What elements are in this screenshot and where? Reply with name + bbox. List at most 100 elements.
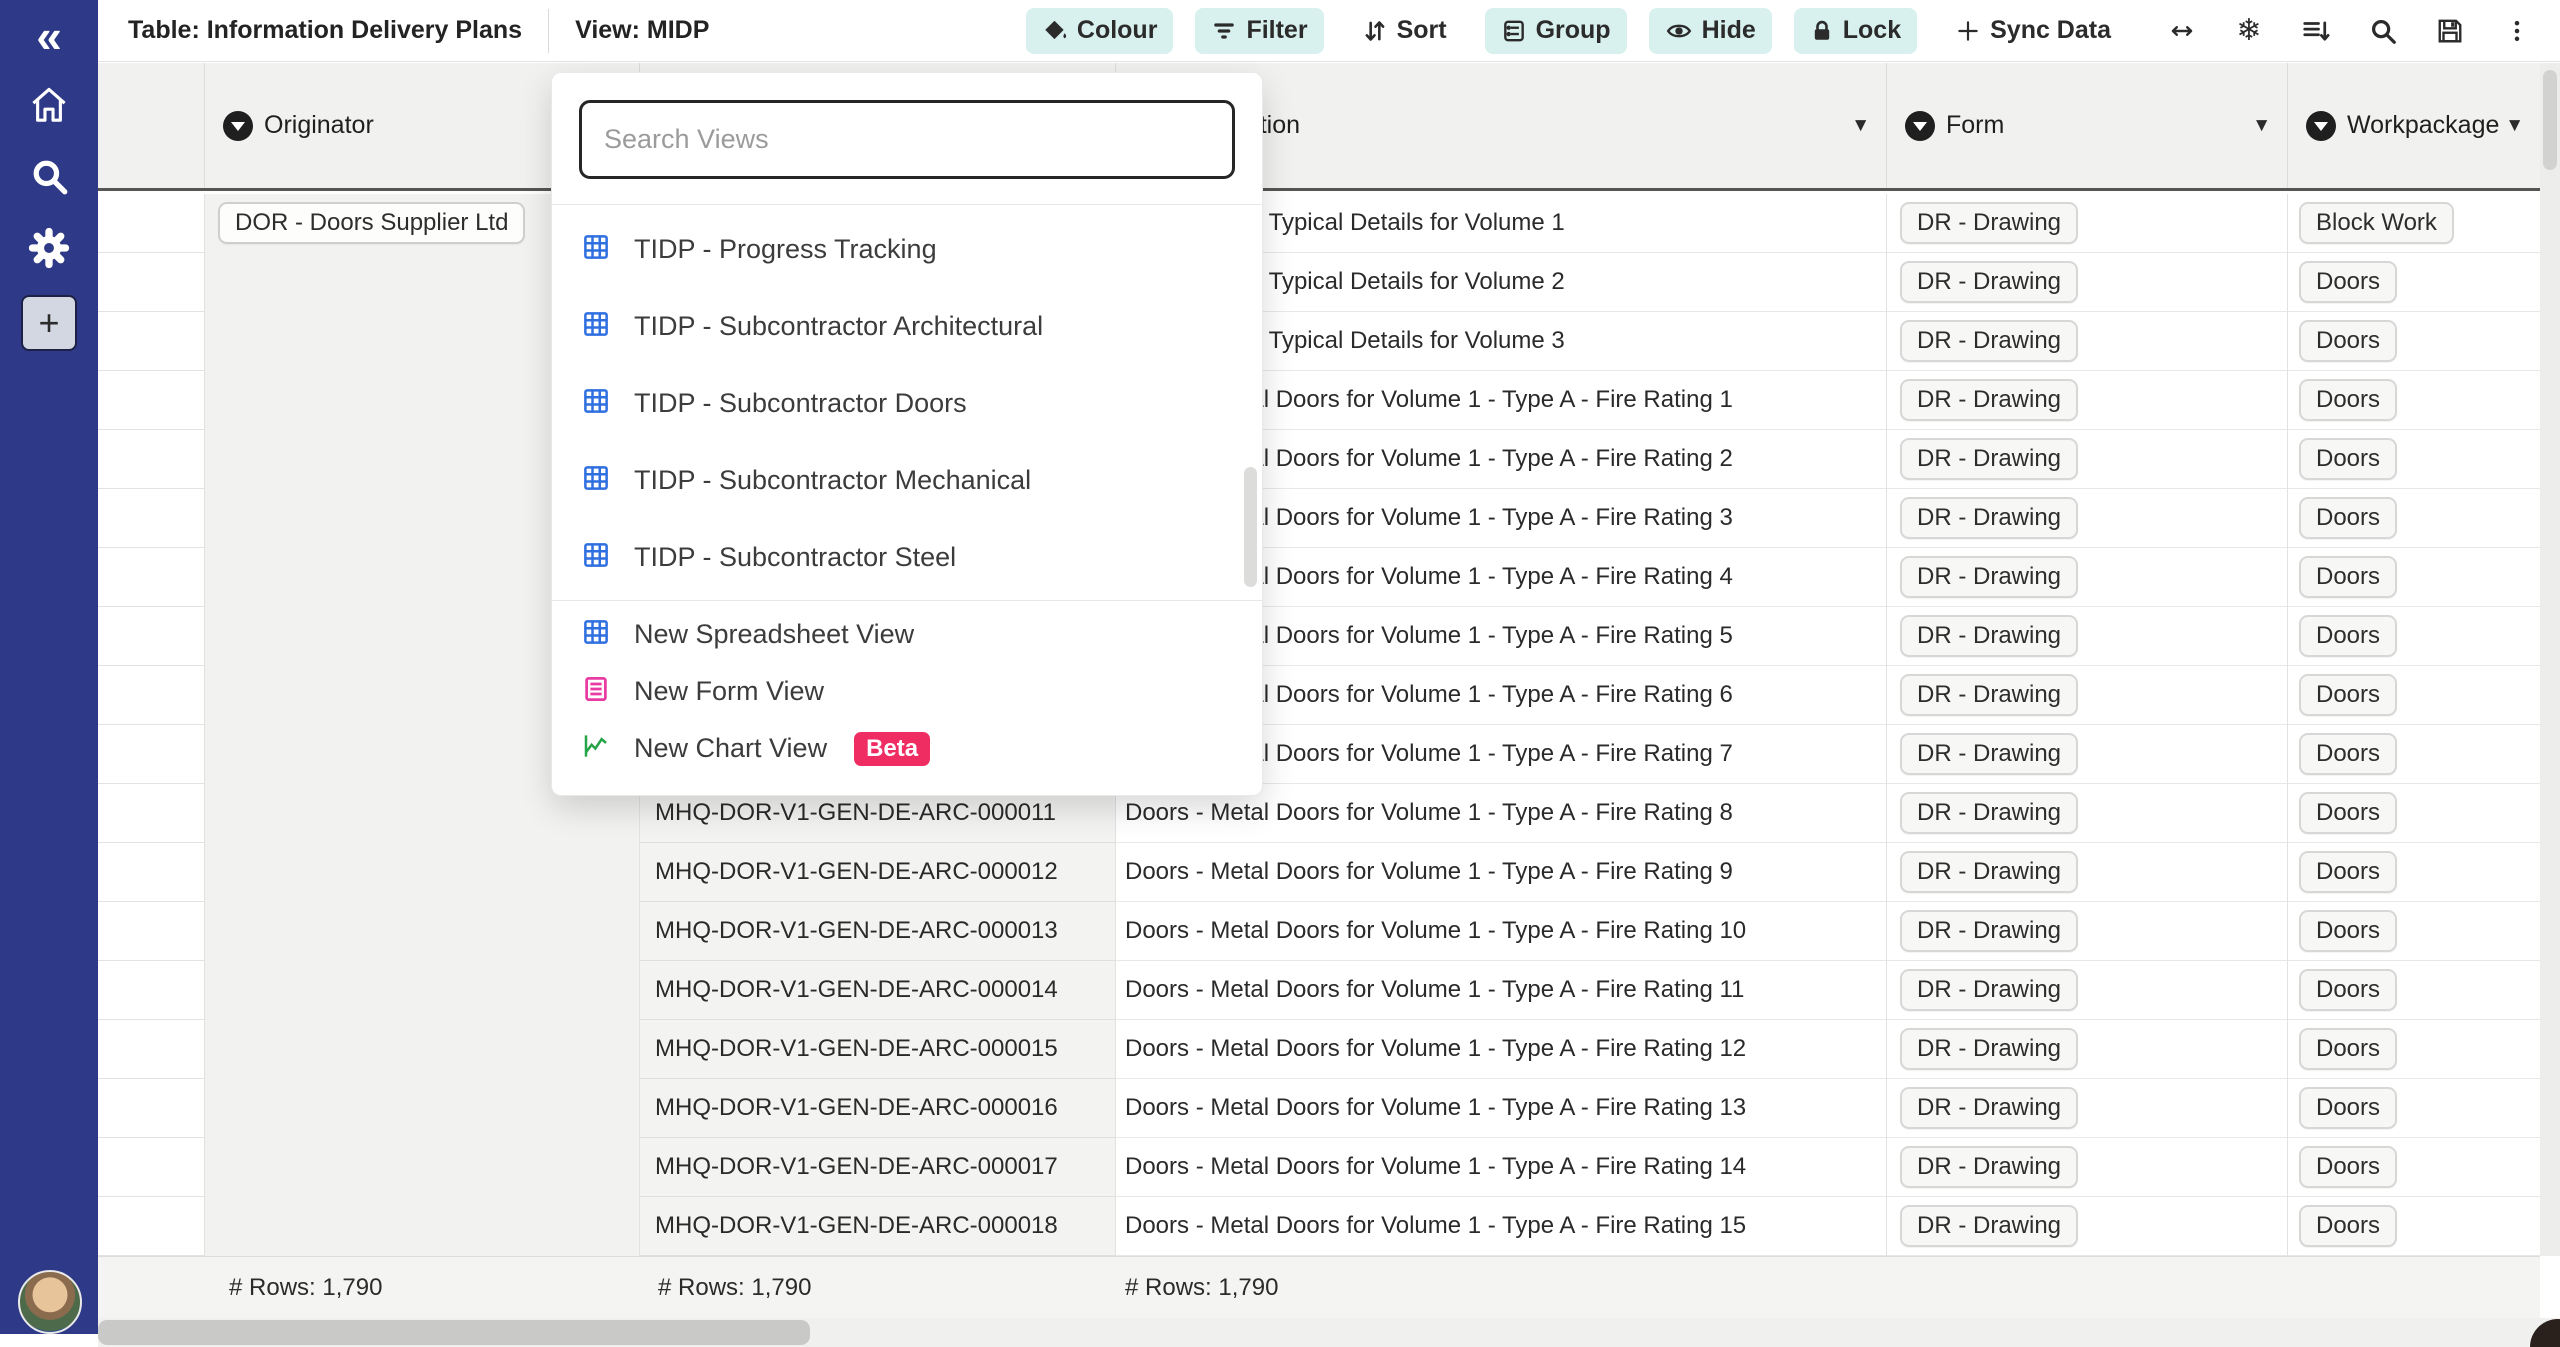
row-gutter-cell[interactable] bbox=[98, 961, 204, 1020]
row-gutter-cell[interactable] bbox=[98, 607, 204, 666]
reference-cell[interactable]: MHQ-DOR-V1-GEN-DE-ARC-000018 bbox=[639, 1197, 1115, 1256]
view-item[interactable]: TIDP - Progress Tracking bbox=[552, 211, 1262, 288]
gear-icon[interactable] bbox=[0, 225, 98, 271]
form-cell[interactable]: DR - Drawing bbox=[1886, 194, 2287, 253]
form-cell[interactable]: DR - Drawing bbox=[1886, 1020, 2287, 1079]
workpackage-cell[interactable]: Doors bbox=[2287, 902, 2540, 961]
save-icon[interactable] bbox=[2433, 14, 2467, 48]
reference-cell[interactable]: MHQ-DOR-V1-GEN-DE-ARC-000012 bbox=[639, 843, 1115, 902]
form-cell[interactable]: DR - Drawing bbox=[1886, 784, 2287, 843]
form-cell[interactable]: DR - Drawing bbox=[1886, 371, 2287, 430]
workpackage-cell[interactable]: Doors bbox=[2287, 1020, 2540, 1079]
form-cell[interactable]: DR - Drawing bbox=[1886, 312, 2287, 371]
row-gutter-cell[interactable] bbox=[98, 666, 204, 725]
workpackage-cell[interactable]: Doors bbox=[2287, 666, 2540, 725]
reference-cell[interactable]: MHQ-DOR-V1-GEN-DE-ARC-000014 bbox=[639, 961, 1115, 1020]
workpackage-cell[interactable]: Doors bbox=[2287, 1138, 2540, 1197]
chevron-down-icon[interactable]: ▼ bbox=[2252, 115, 2271, 137]
row-gutter-cell[interactable] bbox=[98, 194, 204, 253]
row-gutter-cell[interactable] bbox=[98, 843, 204, 902]
row-gutter-cell[interactable] bbox=[98, 725, 204, 784]
workpackage-cell[interactable]: Doors bbox=[2287, 961, 2540, 1020]
reference-cell[interactable]: MHQ-DOR-V1-GEN-DE-ARC-000013 bbox=[639, 902, 1115, 961]
workpackage-cell[interactable]: Doors bbox=[2287, 843, 2540, 902]
form-cell[interactable]: DR - Drawing bbox=[1886, 1138, 2287, 1197]
workpackage-cell[interactable]: Doors bbox=[2287, 607, 2540, 666]
view-item[interactable]: TIDP - Subcontractor Architectural bbox=[552, 288, 1262, 365]
view-item[interactable]: TIDP - Subcontractor Doors bbox=[552, 365, 1262, 442]
workpackage-cell[interactable]: Doors bbox=[2287, 784, 2540, 843]
vertical-scrollbar-thumb[interactable] bbox=[2543, 70, 2557, 170]
row-gutter-cell[interactable] bbox=[98, 784, 204, 843]
workpackage-cell[interactable]: Doors bbox=[2287, 489, 2540, 548]
row-gutter-cell[interactable] bbox=[98, 371, 204, 430]
form-cell[interactable]: DR - Drawing bbox=[1886, 725, 2287, 784]
row-gutter-cell[interactable] bbox=[98, 902, 204, 961]
new-spreadsheet-view-button[interactable]: New Spreadsheet View bbox=[552, 606, 1262, 663]
collapse-sidebar-icon[interactable]: « bbox=[0, 10, 98, 62]
description-cell[interactable]: Doors - Metal Doors for Volume 1 - Type … bbox=[1115, 1020, 1886, 1079]
search-icon[interactable] bbox=[2366, 14, 2400, 48]
row-gutter-cell[interactable] bbox=[98, 1138, 204, 1197]
workpackage-cell[interactable]: Doors bbox=[2287, 312, 2540, 371]
form-cell[interactable]: DR - Drawing bbox=[1886, 607, 2287, 666]
row-gutter-cell[interactable] bbox=[98, 1079, 204, 1138]
workpackage-cell[interactable]: Doors bbox=[2287, 548, 2540, 607]
chevron-down-icon[interactable]: ▼ bbox=[2505, 115, 2524, 137]
workpackage-cell[interactable]: Doors bbox=[2287, 725, 2540, 784]
row-gutter-cell[interactable] bbox=[98, 1020, 204, 1079]
workpackage-cell[interactable]: Doors bbox=[2287, 371, 2540, 430]
new-form-view-button[interactable]: New Form View bbox=[552, 663, 1262, 720]
workpackage-cell[interactable]: Doors bbox=[2287, 1079, 2540, 1138]
group-button[interactable]: Group bbox=[1485, 8, 1627, 54]
horizontal-scrollbar-thumb[interactable] bbox=[98, 1320, 810, 1345]
home-icon[interactable] bbox=[0, 82, 98, 128]
search-views-input[interactable] bbox=[579, 100, 1235, 179]
description-cell[interactable]: Doors - Metal Doors for Volume 1 - Type … bbox=[1115, 1197, 1886, 1256]
search-icon[interactable] bbox=[0, 153, 98, 199]
workpackage-cell[interactable]: Doors bbox=[2287, 1197, 2540, 1256]
row-gutter-cell[interactable] bbox=[98, 312, 204, 371]
row-gutter-cell[interactable] bbox=[98, 430, 204, 489]
horizontal-scrollbar[interactable] bbox=[98, 1318, 2560, 1347]
form-cell[interactable]: DR - Drawing bbox=[1886, 902, 2287, 961]
workpackage-cell[interactable]: Doors bbox=[2287, 430, 2540, 489]
filter-button[interactable]: Filter bbox=[1195, 8, 1323, 54]
row-gutter-cell[interactable] bbox=[98, 253, 204, 312]
description-cell[interactable]: Doors - Metal Doors for Volume 1 - Type … bbox=[1115, 843, 1886, 902]
description-cell[interactable]: Doors - Metal Doors for Volume 1 - Type … bbox=[1115, 902, 1886, 961]
form-cell[interactable]: DR - Drawing bbox=[1886, 489, 2287, 548]
description-cell[interactable]: Doors - Metal Doors for Volume 1 - Type … bbox=[1115, 1138, 1886, 1197]
view-item[interactable]: TIDP - Subcontractor Mechanical bbox=[552, 442, 1262, 519]
form-cell[interactable]: DR - Drawing bbox=[1886, 430, 2287, 489]
workpackage-cell[interactable]: Block Work bbox=[2287, 194, 2540, 253]
add-table-button[interactable]: + bbox=[21, 295, 77, 351]
row-gutter-cell[interactable] bbox=[98, 489, 204, 548]
views-list-scrollbar-thumb[interactable] bbox=[1244, 467, 1257, 587]
workpackage-cell[interactable]: Doors bbox=[2287, 253, 2540, 312]
row-gutter-cell[interactable] bbox=[98, 548, 204, 607]
row-height-icon[interactable] bbox=[2299, 14, 2333, 48]
form-cell[interactable]: DR - Drawing bbox=[1886, 1197, 2287, 1256]
freeze-icon[interactable]: ❄ bbox=[2232, 14, 2266, 48]
sync-data-button[interactable]: Sync Data bbox=[1939, 8, 2127, 54]
form-cell[interactable]: DR - Drawing bbox=[1886, 961, 2287, 1020]
colour-button[interactable]: Colour bbox=[1026, 8, 1174, 54]
new-chart-view-button[interactable]: New Chart ViewBeta bbox=[552, 720, 1262, 777]
lock-button[interactable]: Lock bbox=[1794, 8, 1917, 54]
reference-cell[interactable]: MHQ-DOR-V1-GEN-DE-ARC-000015 bbox=[639, 1020, 1115, 1079]
originator-tag[interactable]: DOR - Doors Supplier Ltd bbox=[218, 202, 525, 244]
sort-button[interactable]: Sort bbox=[1346, 8, 1463, 54]
form-cell[interactable]: DR - Drawing bbox=[1886, 666, 2287, 725]
user-avatar[interactable] bbox=[18, 1270, 82, 1334]
chevron-down-icon[interactable]: ▼ bbox=[1851, 115, 1870, 137]
vertical-scrollbar[interactable] bbox=[2540, 63, 2560, 1256]
form-cell[interactable]: DR - Drawing bbox=[1886, 843, 2287, 902]
column-header-form[interactable]: Form ▼ bbox=[1886, 63, 2287, 188]
form-cell[interactable]: DR - Drawing bbox=[1886, 1079, 2287, 1138]
reference-cell[interactable]: MHQ-DOR-V1-GEN-DE-ARC-000016 bbox=[639, 1079, 1115, 1138]
more-options-icon[interactable] bbox=[2500, 14, 2534, 48]
hide-button[interactable]: Hide bbox=[1649, 8, 1772, 54]
row-gutter-cell[interactable] bbox=[98, 1197, 204, 1256]
form-cell[interactable]: DR - Drawing bbox=[1886, 253, 2287, 312]
